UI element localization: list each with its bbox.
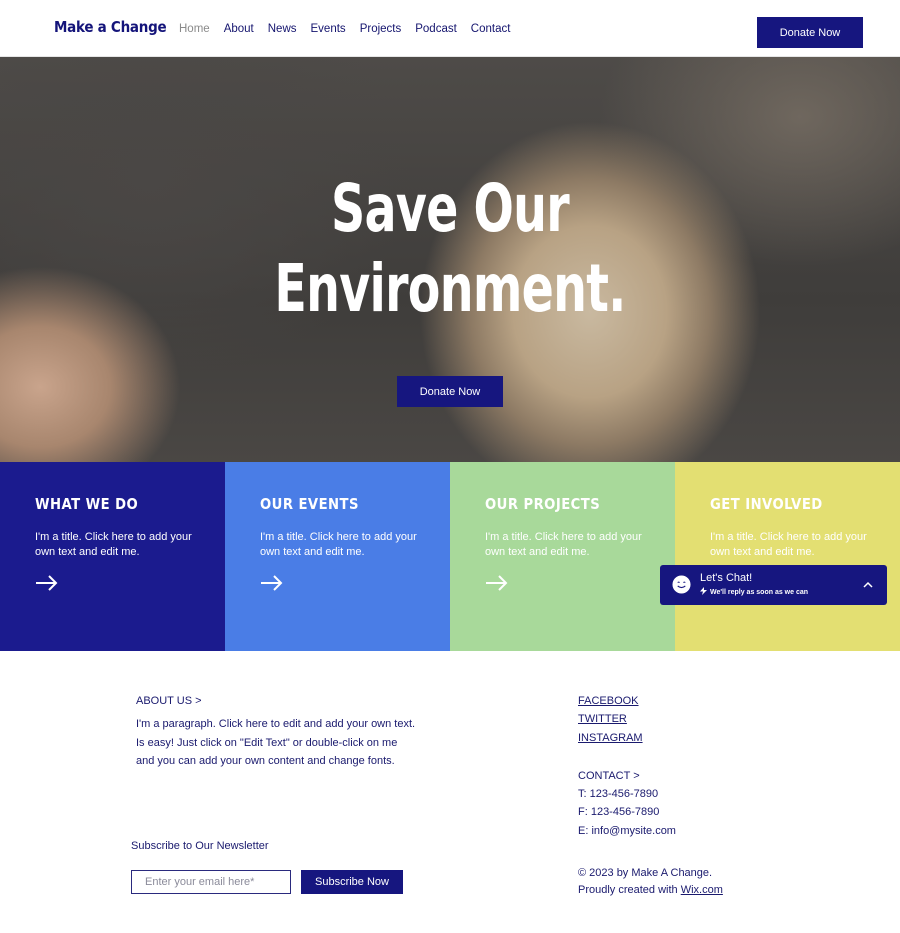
site-logo[interactable]: Make a Change [54, 18, 167, 36]
created-prefix: Proudly created with [578, 884, 681, 896]
main-nav: Home About News Events Projects Podcast … [179, 23, 510, 35]
tile-heading: GET INVOLVED [710, 495, 823, 513]
feature-tiles: WHAT WE DO I'm a title. Click here to ad… [0, 462, 900, 651]
nav-item-about[interactable]: About [224, 23, 254, 35]
site-footer: ABOUT US > I'm a paragraph. Click here t… [0, 651, 900, 933]
email-input[interactable] [131, 870, 291, 894]
chat-title: Let's Chat! [700, 572, 753, 584]
nav-item-podcast[interactable]: Podcast [415, 23, 457, 35]
contact-fax: F: 123-456-7890 [578, 806, 660, 818]
nav-item-projects[interactable]: Projects [360, 23, 402, 35]
instagram-link[interactable]: INSTAGRAM [578, 732, 643, 744]
about-line-2: Is easy! Just click on "Edit Text" or do… [136, 736, 398, 749]
tile-text: I'm a title. Click here to add your own … [710, 531, 867, 558]
smiley-icon [672, 575, 691, 594]
contact-heading[interactable]: CONTACT > [578, 767, 640, 786]
wix-link[interactable]: Wix.com [681, 884, 723, 896]
copyright: © 2023 by Make A Change. [578, 867, 713, 879]
tile-heading: OUR PROJECTS [485, 495, 601, 513]
facebook-link[interactable]: FACEBOOK [578, 695, 639, 707]
contact-phone: T: 123-456-7890 [578, 788, 659, 800]
tile-heading: OUR EVENTS [260, 495, 359, 513]
tile-what-we-do[interactable]: WHAT WE DO I'm a title. Click here to ad… [0, 462, 225, 651]
newsletter-label: Subscribe to Our Newsletter [131, 840, 269, 852]
subscribe-button[interactable]: Subscribe Now [301, 870, 403, 894]
arrow-right-icon[interactable] [485, 572, 509, 594]
tile-our-events[interactable]: OUR EVENTS I'm a title. Click here to ad… [225, 462, 450, 651]
about-heading[interactable]: ABOUT US > [136, 692, 202, 711]
nav-item-home[interactable]: Home [179, 23, 210, 35]
hero-title: Save Our Environment. [126, 169, 774, 329]
nav-item-news[interactable]: News [268, 23, 297, 35]
hero-donate-button[interactable]: Donate Now [397, 376, 503, 407]
tile-text: I'm a title. Click here to add your own … [35, 531, 192, 558]
contact-email: E: info@mysite.com [578, 825, 676, 837]
tile-text: I'm a title. Click here to add your own … [485, 531, 642, 558]
nav-item-events[interactable]: Events [311, 23, 346, 35]
site-header: Make a Change Home About News Events Pro… [0, 0, 900, 57]
nav-item-contact[interactable]: Contact [471, 23, 511, 35]
tile-text: I'm a title. Click here to add your own … [260, 531, 417, 558]
chat-widget[interactable]: Let's Chat! We'll reply as soon as we ca… [660, 565, 887, 605]
created-with: Proudly created with Wix.com [578, 881, 723, 900]
chat-subtitle: We'll reply as soon as we can [700, 587, 808, 596]
hero-title-line-1: Save Our [331, 170, 570, 247]
arrow-right-icon[interactable] [260, 572, 284, 594]
header-donate-button[interactable]: Donate Now [757, 17, 863, 48]
tile-get-involved[interactable]: GET INVOLVED I'm a title. Click here to … [675, 462, 900, 651]
about-line-3: and you can add your own content and cha… [136, 755, 395, 767]
lightning-icon [700, 587, 707, 595]
chevron-up-icon[interactable] [863, 581, 873, 588]
chat-subtitle-text: We'll reply as soon as we can [710, 589, 809, 596]
twitter-link[interactable]: TWITTER [578, 713, 627, 725]
hero-banner: Save Our Environment. Donate Now [0, 57, 900, 462]
arrow-right-icon[interactable] [35, 572, 59, 594]
hero-title-line-2: Environment. [274, 250, 626, 327]
tile-our-projects[interactable]: OUR PROJECTS I'm a title. Click here to … [450, 462, 675, 651]
tile-heading: WHAT WE DO [35, 495, 139, 513]
about-line-1: I'm a paragraph. Click here to edit and … [136, 718, 416, 730]
